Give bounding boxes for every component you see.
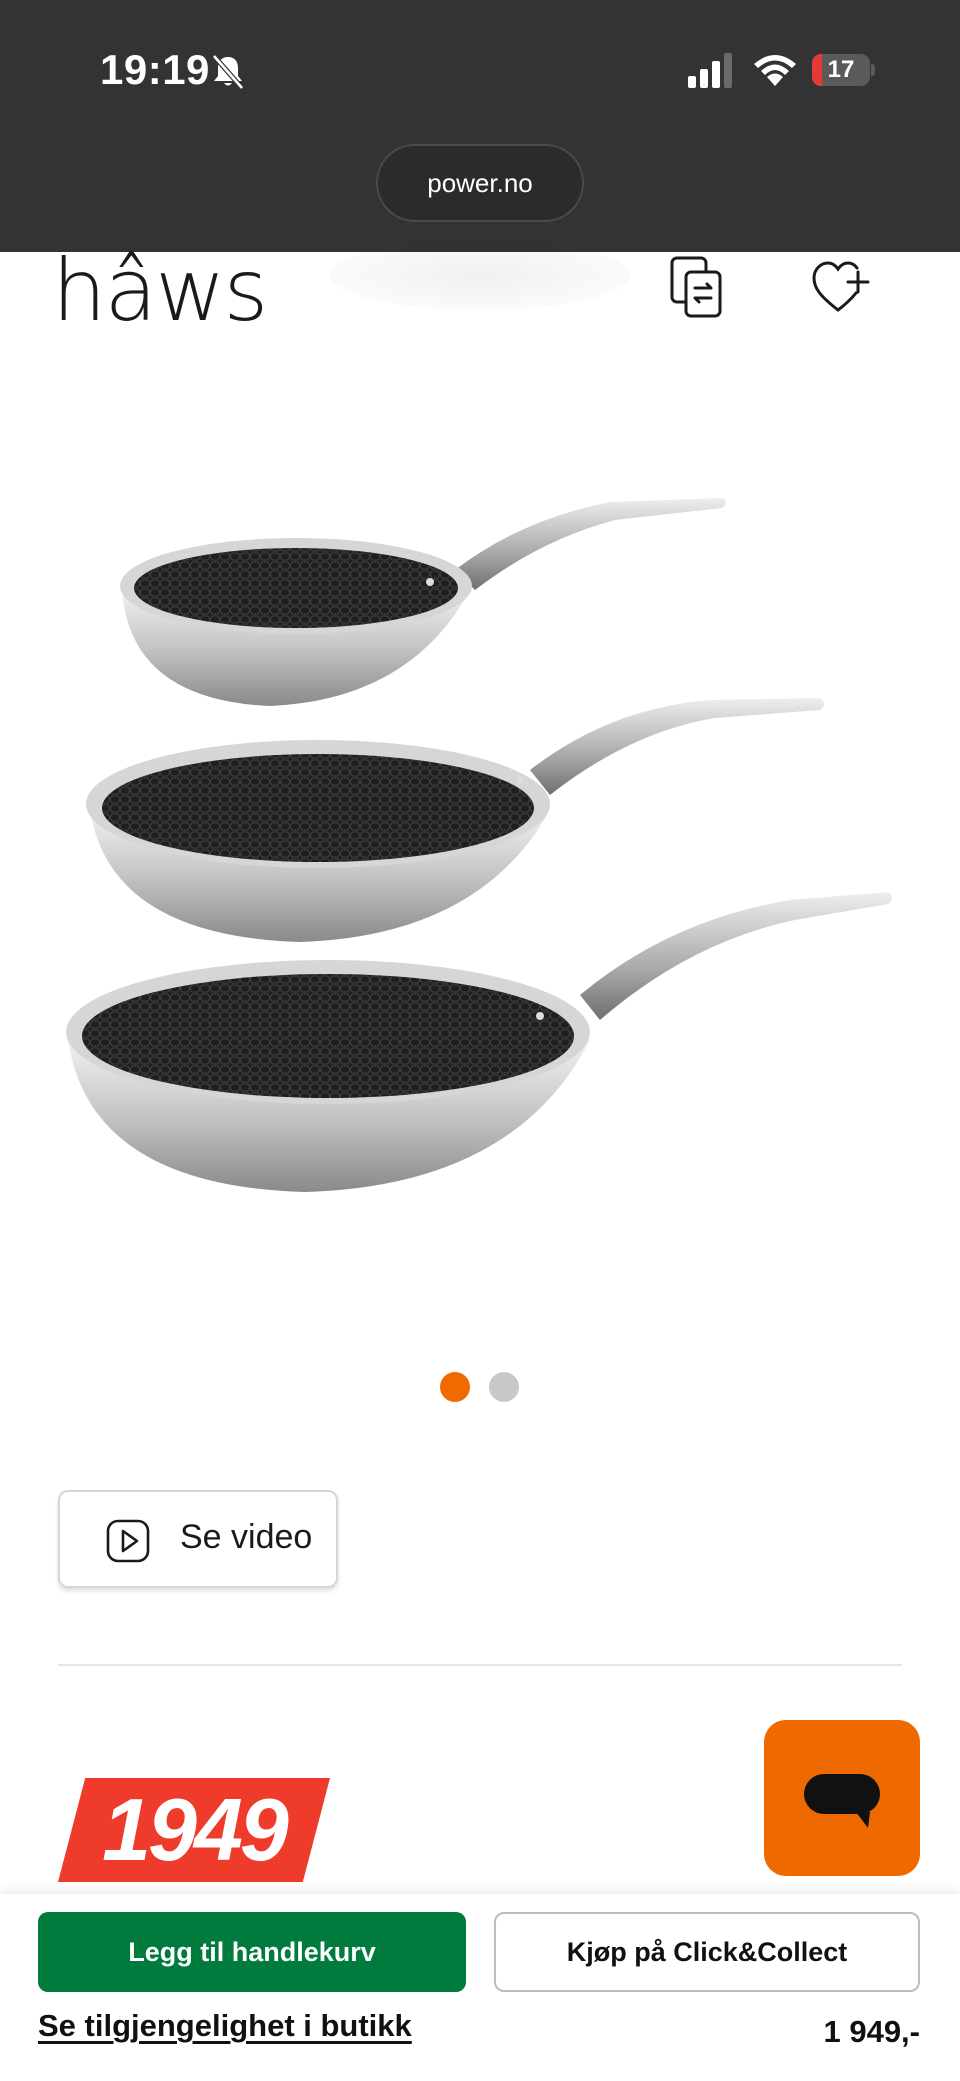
bottom-action-bar: Legg til handlekurv Kjøp på Click&Collec… [0,1894,960,2081]
divider [58,1664,902,1666]
click-and-collect-button[interactable]: Kjøp på Click&Collect [494,1912,920,1992]
url-bar[interactable]: power.no [376,144,584,222]
add-to-cart-button[interactable]: Legg til handlekurv [38,1912,466,1992]
product-image[interactable] [50,480,910,1200]
status-bar: 19:19 17 power.no [0,0,960,252]
status-time: 19:19 [100,46,210,93]
header-shadow [330,240,630,310]
battery-icon: 17 [812,54,875,86]
compare-icon[interactable] [668,254,728,320]
chat-button[interactable] [764,1720,920,1876]
signal-icon [688,53,732,88]
see-video-label: Se video [180,1518,313,1556]
large-pan [66,892,892,1192]
carousel-dots [440,1372,520,1402]
carousel-dot-2[interactable] [489,1372,519,1402]
play-icon [106,1519,150,1563]
medium-pan [86,698,824,942]
chat-bubble-icon [804,1774,880,1828]
bottom-price: 1 949,- [823,2014,920,2049]
price-badge-value: 1949 [102,1780,289,1879]
wifi-icon [754,55,796,86]
brand-logo[interactable]: hâws [52,238,282,328]
see-video-button[interactable]: Se video [58,1490,338,1588]
bell-slash-icon [212,54,244,90]
svg-text:hâws: hâws [52,241,266,328]
heart-plus-icon[interactable] [810,258,872,314]
battery-level: 17 [827,56,855,83]
price-badge: 1949 [58,1778,330,1882]
small-pan [120,498,726,706]
store-availability-link[interactable]: Se tilgjengelighet i butikk [38,2008,412,2044]
carousel-dot-1[interactable] [440,1372,470,1402]
